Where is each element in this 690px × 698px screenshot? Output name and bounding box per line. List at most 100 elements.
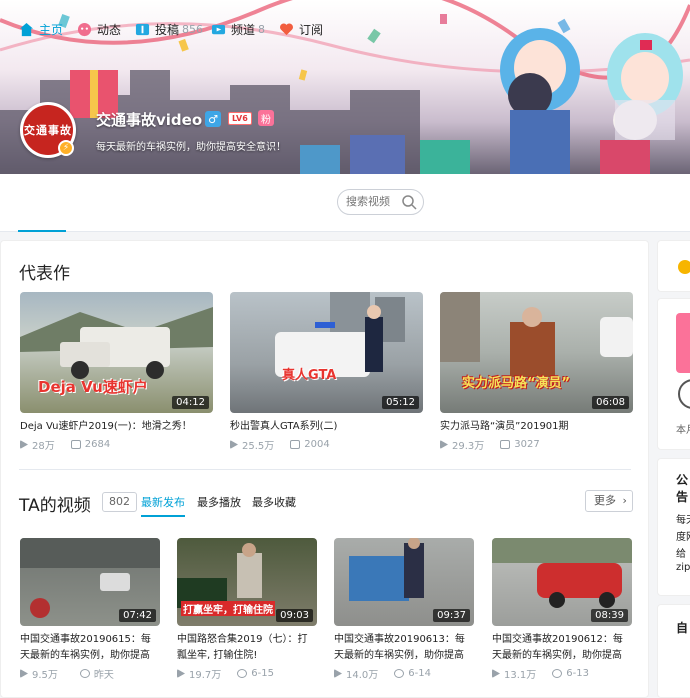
active-tab-indicator (18, 230, 66, 232)
tab-count: 8 (258, 22, 266, 36)
video-stats: 13.1万 6-13 (492, 666, 632, 681)
search-input[interactable] (346, 195, 402, 208)
play-count-icon (20, 440, 28, 449)
sidebar-section-title: 自 (676, 621, 689, 635)
tab-most-favorited[interactable]: 最多收藏 (252, 494, 296, 510)
tab-label: 订阅 (299, 22, 324, 37)
more-label: 更多 (594, 494, 616, 507)
coin-icon (678, 260, 690, 274)
view-count: 9.5万 (32, 670, 58, 681)
video-stats: 28万 2684 (20, 437, 213, 452)
video-thumbnail[interactable]: Deja Vu速虾户 04:12 (20, 292, 213, 413)
tab-count: 856 (182, 22, 204, 36)
tab-most-played[interactable]: 最多播放 (197, 494, 241, 510)
featured-video-card[interactable]: Deja Vu速虾户 04:12 Deja Vu速虾户2019(一)：地滑之秀！… (20, 292, 213, 452)
tab-label: 动态 (97, 22, 122, 37)
level-badge: LV6 (228, 112, 252, 125)
video-stats: 25.5万 2004 (230, 437, 423, 452)
video-stats: 14.0万 6-14 (334, 666, 474, 681)
video-thumbnail[interactable]: 07:42 (20, 538, 160, 626)
section-divider (19, 469, 631, 470)
video-stats: 9.5万 昨天 (20, 666, 160, 681)
video-title[interactable]: Deja Vu速虾户2019(一)：地滑之秀！ (20, 419, 213, 435)
danmaku-count: 2004 (304, 439, 330, 450)
announcement-line: 给 (676, 549, 686, 560)
play-count-icon (20, 669, 28, 678)
tab-upload[interactable]: 投稿 856 (135, 20, 203, 38)
video-duration: 06:08 (592, 396, 629, 409)
play-count-icon (334, 669, 342, 678)
search-icon[interactable] (401, 194, 417, 210)
active-video-tab-indicator (141, 515, 185, 517)
video-title[interactable]: 实力派马路“演员”201901期 (440, 419, 633, 435)
video-title[interactable]: 中国交通事故20190615：每天最新的车祸实例，助你提高 (20, 632, 160, 664)
video-card[interactable]: 07:42 中国交通事故20190615：每天最新的车祸实例，助你提高 9.5万… (20, 538, 160, 681)
channel-name: 交通事故video (96, 111, 203, 129)
clock-icon (79, 669, 90, 678)
videos-title: TA的视频 (19, 496, 91, 516)
video-card[interactable]: 08:39 中国交通事故20190612：每天最新的车祸实例，助你提高 13.1… (492, 538, 632, 681)
view-count: 13.1万 (504, 670, 537, 681)
dynamic-icon (77, 22, 92, 36)
view-count: 28万 (32, 441, 55, 452)
video-thumbnail[interactable]: 实力派马路“演员” 06:08 (440, 292, 633, 413)
video-thumbnail[interactable]: 真人GTA 05:12 (230, 292, 423, 413)
announcement-title: 公告 (676, 473, 689, 504)
video-thumbnail[interactable]: 09:37 (334, 538, 474, 626)
video-thumbnail[interactable]: 打赢坐牢，打输住院 09:03 (177, 538, 317, 626)
video-duration: 05:12 (382, 396, 419, 409)
view-count: 14.0万 (346, 670, 379, 681)
tab-dynamic[interactable]: 动态 (77, 20, 121, 38)
verified-icon: ⚡ (58, 140, 74, 156)
featured-video-card[interactable]: 真人GTA 05:12 秒出警真人GTA系列(二) 25.5万 2004 (230, 292, 423, 452)
upload-date: 6-13 (566, 668, 589, 679)
more-videos-button[interactable]: 更多 › (585, 490, 633, 512)
user-avatar[interactable] (678, 379, 690, 409)
video-title[interactable]: 秒出警真人GTA系列(二) (230, 419, 423, 435)
play-count-icon (492, 669, 500, 678)
view-count: 29.3万 (452, 441, 485, 452)
tab-home[interactable]: 主页 (19, 20, 63, 38)
channel-sign: 每天最新的车祸实例，助你提高安全意识！ (96, 142, 286, 153)
danmaku-icon (70, 440, 81, 449)
video-title[interactable]: 中国交通事故20190612：每天最新的车祸实例，助你提高 (492, 632, 632, 664)
video-count-badge: 802 (102, 492, 137, 512)
video-duration: 04:12 (172, 396, 209, 409)
video-duration: 08:39 (591, 609, 628, 622)
tab-channel[interactable]: 频道 8 (211, 20, 265, 38)
video-duration: 07:42 (119, 609, 156, 622)
sidebar-card-bottom: 自 (657, 604, 690, 698)
video-duration: 09:37 (433, 609, 470, 622)
video-title[interactable]: 中国路怒合集2019（七）：打瓢坐牢, 打输住院! (177, 632, 317, 664)
video-duration: 09:03 (276, 609, 313, 622)
chevron-right-icon: › (622, 494, 627, 507)
thumbnail-overlay-text: 实力派马路“演员” (462, 376, 571, 391)
featured-video-card[interactable]: 实力派马路“演员” 06:08 实力派马路“演员”201901期 29.3万 3… (440, 292, 633, 452)
video-search-box[interactable] (337, 189, 424, 215)
thumbnail-overlay-text: 打赢坐牢，打输住院 (181, 601, 275, 616)
play-count-icon (177, 669, 185, 678)
danmaku-icon (290, 440, 301, 449)
clock-icon (394, 669, 405, 678)
view-count: 19.7万 (189, 670, 222, 681)
video-title[interactable]: 中国交通事故20190613：每天最新的车祸实例，助你提高 (334, 632, 474, 664)
announcement-line: 度网 (676, 532, 690, 543)
tab-latest[interactable]: 最新发布 (141, 494, 185, 510)
gender-male-icon: ♂ (205, 111, 221, 127)
video-card[interactable]: 打赢坐牢，打输住院 09:03 中国路怒合集2019（七）：打瓢坐牢, 打输住院… (177, 538, 317, 681)
upload-date: 昨天 (93, 670, 114, 681)
tab-subscribe[interactable]: 订阅 (279, 20, 323, 38)
follow-button[interactable] (676, 313, 690, 373)
featured-title: 代表作 (19, 264, 70, 284)
video-stats: 19.7万 6-15 (177, 666, 317, 681)
sidebar-small-label: 本月 (676, 425, 690, 436)
heart-icon (280, 22, 293, 35)
tab-label: 投稿 (155, 22, 180, 37)
video-thumbnail[interactable]: 08:39 (492, 538, 632, 626)
announcement-card: 公告 每天 度网 给 zip (657, 458, 690, 596)
thumbnail-overlay-text: 真人GTA (282, 368, 337, 383)
announcement-line: zip (676, 562, 690, 573)
view-count: 25.5万 (242, 441, 275, 452)
clock-icon (237, 669, 248, 678)
video-card[interactable]: 09:37 中国交通事故20190613：每天最新的车祸实例，助你提高 14.0… (334, 538, 474, 681)
